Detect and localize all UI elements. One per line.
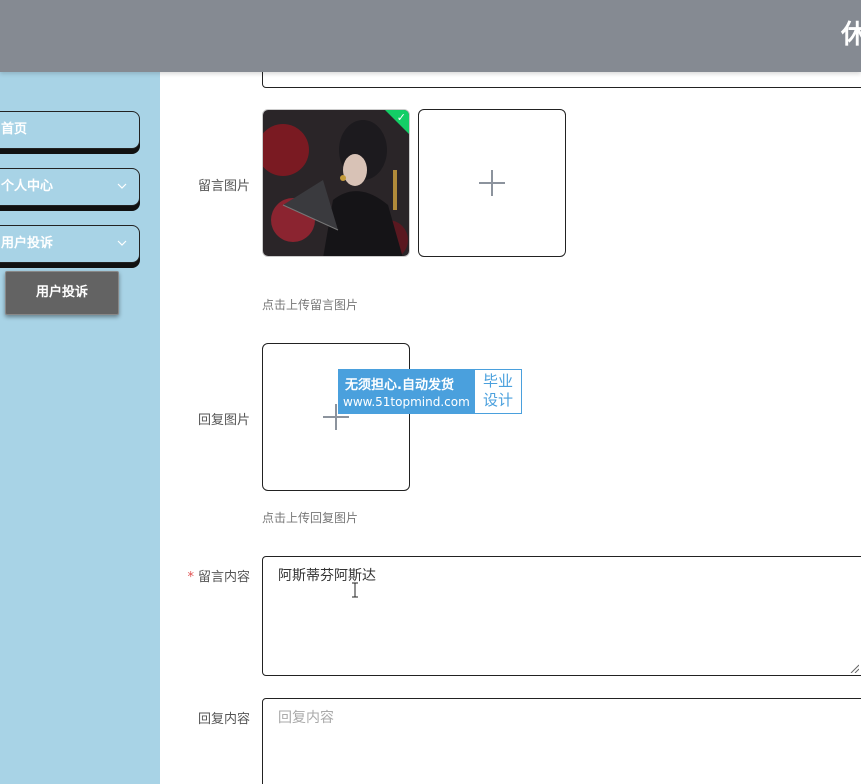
submenu-item-user-complaint[interactable]: 用户投诉 [5,271,119,315]
resize-handle-icon[interactable] [849,663,859,673]
watermark-line1: 无须担心.自动发货 [345,378,454,393]
message-content-label-text: 留言内容 [197,570,250,585]
reply-content-placeholder: 回复内容 [278,710,334,726]
top-header: 休 [0,0,861,72]
sidebar-item-label: 首页 [1,122,28,137]
message-content-value: 阿斯蒂芬阿斯达 [278,568,376,584]
sidebar-item-home[interactable]: 首页 [0,111,140,149]
message-image-hint: 点击上传留言图片 [262,298,359,312]
text-cursor-icon [352,582,358,598]
sidebar-item-user-complaint[interactable]: 用户投诉 [0,225,140,263]
uploaded-message-image[interactable]: ✓ [262,109,410,257]
sidebar-item-personal-center[interactable]: 个人中心 [0,168,140,206]
message-image-label: 留言图片 [197,179,250,194]
watermark-banner: 无须担心.自动发货 www.51topmind.com 毕业 设计 [338,369,522,414]
sidebar-item-label: 个人中心 [1,179,54,194]
chevron-down-icon [117,240,127,246]
reply-content-label: 回复内容 [197,712,250,727]
watermark-badge-line2: 设计 [482,391,513,409]
watermark-line2: www.51topmind.com [343,395,470,409]
chevron-down-icon [117,183,127,189]
watermark-badge-line1: 毕业 [482,372,513,390]
site-title: 休 [840,20,861,50]
reply-image-hint: 点击上传回复图片 [262,511,359,525]
plus-icon [479,170,505,196]
message-content-label: * 留言内容 [160,566,250,585]
sidebar-item-label: 用户投诉 [1,236,54,251]
reply-image-label: 回复图片 [197,413,250,428]
reply-content-textarea[interactable]: 回复内容 [262,698,861,784]
message-content-textarea[interactable]: 阿斯蒂芬阿斯达 [262,556,861,676]
watermark-badge: 毕业 设计 [475,370,521,413]
watermark-text: 无须担心.自动发货 www.51topmind.com [339,370,475,413]
required-asterisk: * [187,570,194,585]
message-image-upload-button[interactable] [418,109,566,257]
reply-image-upload-button[interactable] [262,343,410,491]
check-icon: ✓ [396,111,406,124]
